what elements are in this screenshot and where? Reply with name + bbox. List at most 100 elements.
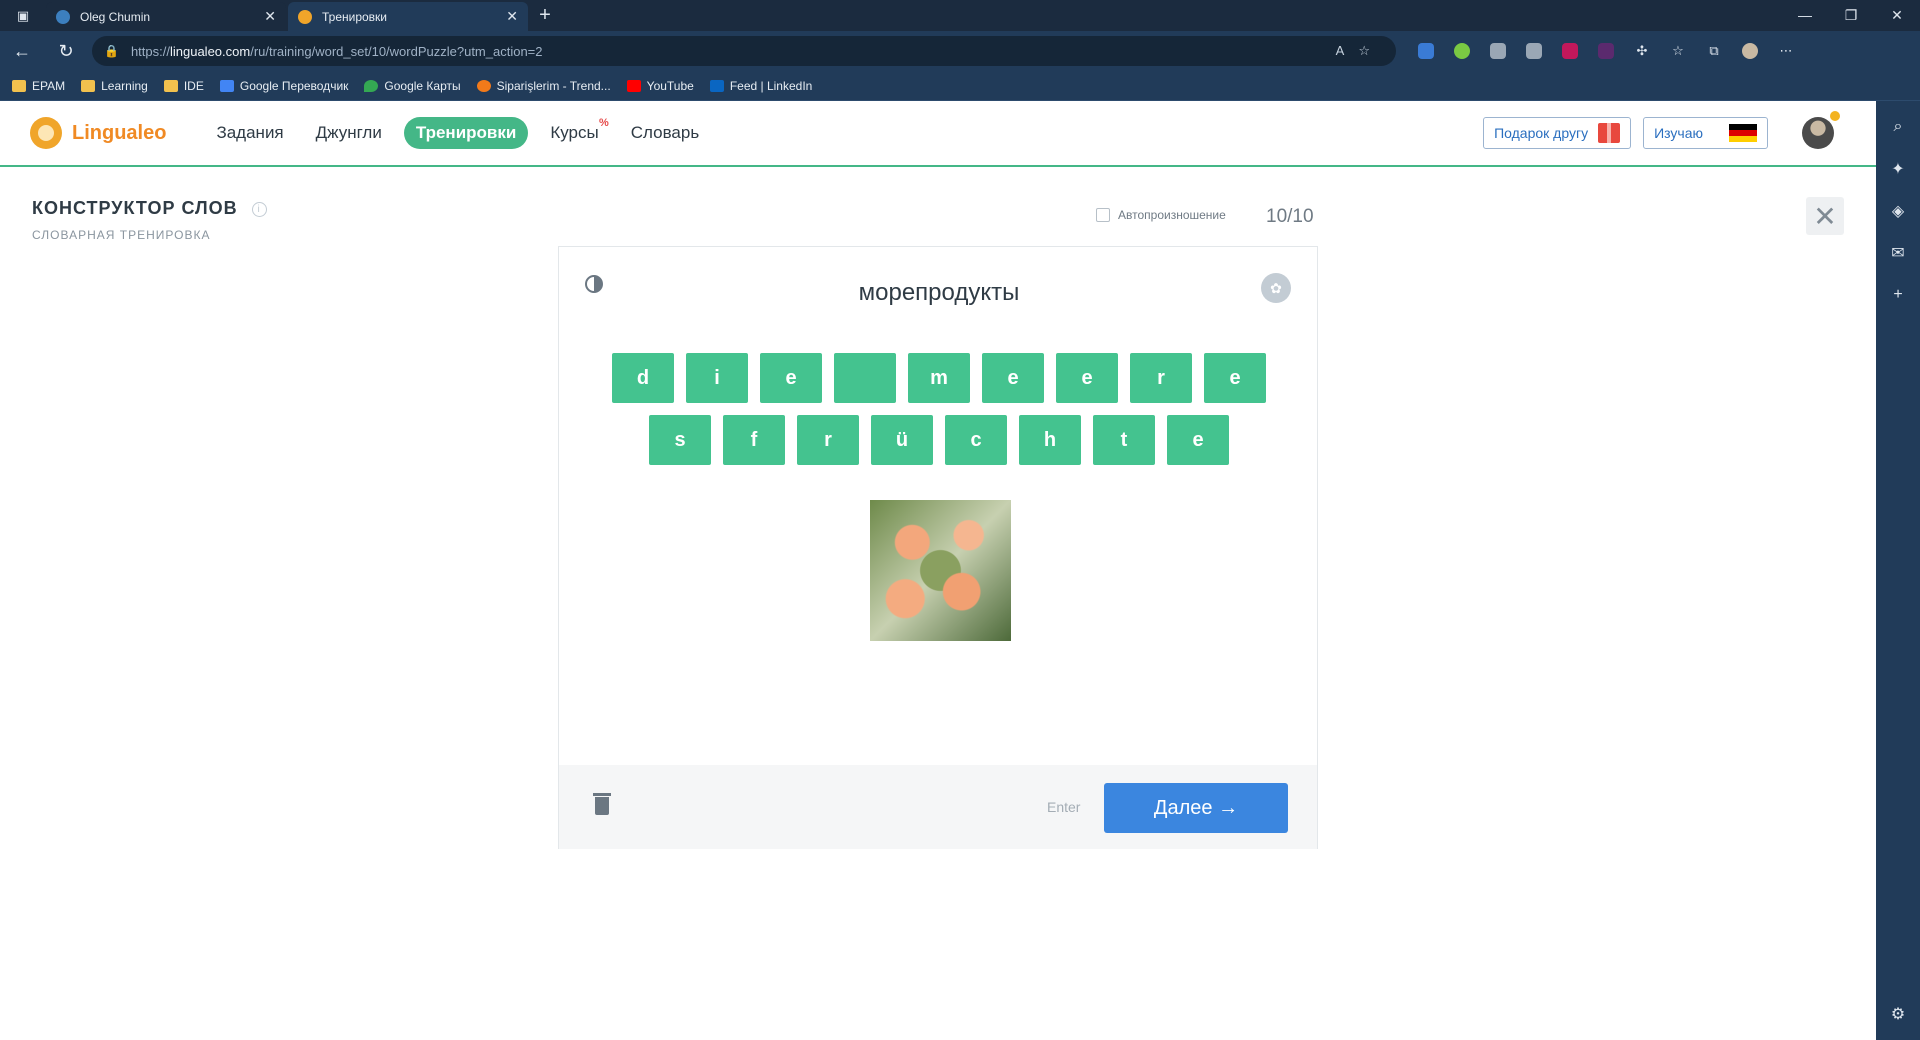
close-window-icon[interactable]: ✕ xyxy=(1874,7,1920,24)
browser-tab-oleg[interactable]: Oleg Chumin ✕ xyxy=(46,2,286,31)
tab-title: Тренировки xyxy=(322,9,388,24)
browser-tab-trainings[interactable]: Тренировки ✕ xyxy=(288,2,528,31)
extensions: ✣ ☆ ⧉ ⋯ xyxy=(1412,37,1808,65)
translation-word: морепродукты xyxy=(858,279,1020,306)
main-nav: Задания Джунгли Тренировки Курсы% Словар… xyxy=(216,117,731,149)
letter-tile[interactable]: c xyxy=(945,415,1007,465)
puzzle-icon[interactable]: ✣ xyxy=(1628,37,1656,65)
letter-tile[interactable]: r xyxy=(797,415,859,465)
bookmarks-bar: EPAM Learning IDE Google Переводчик Goog… xyxy=(0,71,1920,101)
autopronounce-toggle[interactable]: Автопроизношение xyxy=(1096,208,1226,222)
letter-tile[interactable]: s xyxy=(649,415,711,465)
letter-tile[interactable]: h xyxy=(1019,415,1081,465)
window-controls: — ❐ ✕ xyxy=(1782,7,1920,24)
letter-tile[interactable]: ü xyxy=(871,415,933,465)
bookmark-google-maps[interactable]: Google Карты xyxy=(364,79,461,93)
add-icon[interactable]: + xyxy=(1882,279,1914,311)
map-pin-icon xyxy=(364,79,379,92)
new-tab-icon[interactable]: + xyxy=(530,4,560,27)
learning-button-label: Изучаю xyxy=(1654,125,1703,141)
games-icon[interactable]: ◈ xyxy=(1882,195,1914,227)
folder-icon xyxy=(12,79,26,92)
nav-jungle[interactable]: Джунгли xyxy=(316,123,382,143)
avatar[interactable] xyxy=(1802,111,1840,149)
learning-language-button[interactable]: Изучаю xyxy=(1643,117,1768,149)
next-button[interactable]: Далее → xyxy=(1104,783,1288,833)
bookmark-epam[interactable]: EPAM xyxy=(12,79,65,93)
green-extension-icon[interactable] xyxy=(1448,37,1476,65)
collections-icon[interactable]: ⧉ xyxy=(1700,37,1728,65)
space-tile[interactable] xyxy=(834,353,896,403)
enter-hint: Enter xyxy=(1047,799,1081,815)
letter-tile[interactable]: m xyxy=(908,353,970,403)
training-card: ✿ морепродукты d i e m e e r e s f r ü c… xyxy=(558,246,1318,849)
letter-tile[interactable]: e xyxy=(982,353,1044,403)
letter-tile[interactable]: d xyxy=(612,353,674,403)
bookmark-ide[interactable]: IDE xyxy=(163,79,204,93)
minimize-icon[interactable]: — xyxy=(1782,7,1828,24)
discount-badge: % xyxy=(598,117,609,129)
nav-courses[interactable]: Курсы% xyxy=(550,117,608,143)
sidebar-settings-icon[interactable]: ⚙ xyxy=(1882,998,1914,1030)
x-extension-icon[interactable] xyxy=(1556,37,1584,65)
lion-logo-icon xyxy=(30,117,62,149)
letter-tile[interactable]: i xyxy=(686,353,748,403)
logo-text: Lingualeo xyxy=(72,121,167,144)
url-field[interactable]: 🔒 https://lingualeo.com/ru/training/word… xyxy=(92,36,1396,66)
copilot-icon[interactable]: ✦ xyxy=(1882,153,1914,185)
header-actions: Подарок другу Изучаю xyxy=(1483,111,1840,149)
trendyol-icon xyxy=(476,79,491,92)
progress-counter: 10/10 xyxy=(1266,206,1314,227)
address-bar-row: ← ↻ 🔒 https://lingualeo.com/ru/training/… xyxy=(0,31,1920,71)
letter-tile[interactable]: r xyxy=(1130,353,1192,403)
favorites-icon[interactable]: ☆ xyxy=(1664,37,1692,65)
back-icon[interactable]: ← xyxy=(0,41,44,62)
linkedin-icon xyxy=(709,79,724,92)
page-subtitle: СЛОВАРНАЯ ТРЕНИРОВКА xyxy=(32,228,211,242)
nav-trainings[interactable]: Тренировки xyxy=(403,117,529,149)
letter-tile[interactable]: e xyxy=(760,353,822,403)
autopronounce-label: Автопроизношение xyxy=(1118,208,1226,222)
bookmark-google-translate[interactable]: Google Переводчик xyxy=(219,79,348,93)
gift-friend-button[interactable]: Подарок другу xyxy=(1483,117,1632,149)
bookmark-trendyol[interactable]: Siparişlerim - Trend... xyxy=(476,79,611,93)
letter-tile[interactable]: e xyxy=(1167,415,1229,465)
letter-tile[interactable]: t xyxy=(1093,415,1155,465)
trash-icon[interactable] xyxy=(593,793,611,815)
outlook-icon[interactable]: ✉ xyxy=(1882,237,1914,269)
close-training-icon[interactable]: ✕ xyxy=(1806,197,1844,235)
letter-tile[interactable]: e xyxy=(1056,353,1118,403)
bookmark-youtube[interactable]: YouTube xyxy=(626,79,694,93)
profile-icon[interactable] xyxy=(1736,37,1764,65)
info-icon[interactable]: i xyxy=(251,201,267,217)
folder-icon xyxy=(81,79,96,92)
refresh-icon[interactable]: ↻ xyxy=(44,41,88,62)
seafood-image xyxy=(870,500,1011,641)
more-icon[interactable]: ⋯ xyxy=(1772,37,1800,65)
nav-tasks[interactable]: Задания xyxy=(216,123,283,143)
youtube-icon xyxy=(626,79,641,92)
autopronounce-checkbox[interactable] xyxy=(1096,208,1110,222)
tab-title: Oleg Chumin xyxy=(80,9,151,24)
lingualeo-favicon-icon xyxy=(298,9,312,24)
restore-icon[interactable]: ❐ xyxy=(1828,7,1874,24)
chart-extension-icon[interactable] xyxy=(1484,37,1512,65)
bookmark-learning[interactable]: Learning xyxy=(81,79,148,93)
nav-dictionary[interactable]: Словарь xyxy=(631,123,699,143)
logo[interactable]: Lingualeo xyxy=(30,117,166,149)
close-tab-icon[interactable]: ✕ xyxy=(264,8,276,25)
tab-actions-icon[interactable]: ▣ xyxy=(0,0,46,31)
chart-extension-2-icon[interactable] xyxy=(1520,37,1548,65)
translate-extension-icon[interactable] xyxy=(1412,37,1440,65)
site-header: Lingualeo Задания Джунгли Тренировки Кур… xyxy=(0,101,1876,167)
google-translate-icon xyxy=(219,79,234,92)
letter-tile[interactable]: e xyxy=(1204,353,1266,403)
bookmark-linkedin[interactable]: Feed | LinkedIn xyxy=(709,79,812,93)
lock-icon: 🔒 xyxy=(104,44,119,58)
search-icon[interactable]: ⌕ xyxy=(1882,111,1914,143)
letter-tile[interactable]: f xyxy=(723,415,785,465)
read-aloud-icon[interactable]: A☆ xyxy=(1336,43,1384,59)
dark-extension-icon[interactable] xyxy=(1592,37,1620,65)
close-tab-icon[interactable]: ✕ xyxy=(506,8,518,25)
edge-sidebar: ⌕ ✦ ◈ ✉ + ⚙ xyxy=(1876,101,1920,1040)
